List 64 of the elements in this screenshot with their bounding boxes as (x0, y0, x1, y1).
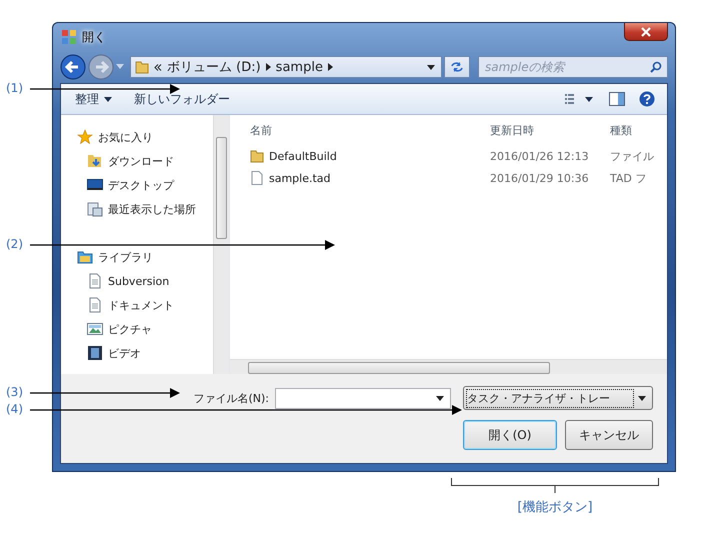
nav-item[interactable]: ビデオ (61, 341, 213, 365)
refresh-icon[interactable] (450, 61, 464, 73)
file-type-dropdown[interactable]: タスク・アナライザ・トレー (463, 386, 653, 410)
folder-icon (135, 60, 149, 74)
search-field[interactable]: sampleの検索 (478, 56, 668, 78)
nav-group[interactable]: お気に入り (61, 125, 213, 149)
vertical-scrollbar[interactable] (213, 115, 229, 374)
nav-item[interactable]: ドキュメント (61, 293, 213, 317)
overflow-chevron-icon[interactable] (154, 64, 162, 70)
nav-item[interactable]: ピクチャ (61, 317, 213, 341)
nav-item[interactable]: 最近表示した場所 (61, 197, 213, 221)
star-icon (77, 129, 93, 145)
file-row[interactable]: sample.tad 2016/01/29 10:36 TAD フ (230, 167, 667, 189)
file-icon (250, 171, 264, 185)
column-header[interactable]: 種類 (610, 122, 667, 138)
filename-label: ファイル名(N): (193, 390, 269, 406)
breadcrumb[interactable]: ボリューム (D:) (167, 58, 261, 76)
breadcrumb[interactable]: sample (276, 60, 323, 74)
desktop-icon (87, 177, 103, 193)
download-folder-icon (87, 153, 103, 169)
callout-label: (2) (6, 237, 23, 251)
nav-item[interactable]: Subversion (61, 269, 213, 293)
close-icon[interactable] (641, 26, 651, 36)
back-button[interactable] (60, 54, 86, 80)
library-folder-icon (77, 249, 93, 265)
app-icon (62, 30, 76, 44)
view-options-icon[interactable] (565, 94, 595, 104)
dropdown-caret-icon[interactable] (638, 396, 646, 400)
column-header[interactable]: 更新日時 (490, 122, 610, 138)
window-title: 開く (82, 28, 106, 46)
preview-pane-icon[interactable] (609, 92, 625, 106)
caret-icon[interactable] (104, 96, 112, 102)
history-caret-icon[interactable] (116, 64, 124, 70)
close-button[interactable] (624, 23, 668, 41)
film-icon (87, 345, 103, 361)
nav-item[interactable]: ダウンロード (61, 149, 213, 173)
column-header[interactable]: 名前 (230, 122, 490, 138)
document-icon (87, 297, 103, 313)
breadcrumb-arrow-icon[interactable] (328, 63, 333, 71)
callout-label: (4) (6, 402, 23, 416)
address-bar[interactable]: ボリューム (D:) sample (130, 56, 442, 78)
toolbar-button[interactable]: 新しいフォルダー (130, 88, 234, 110)
picture-icon (87, 321, 103, 337)
forward-button[interactable] (88, 54, 114, 80)
recent-places-icon (87, 201, 103, 217)
document-icon (87, 273, 103, 289)
file-row[interactable]: DefaultBuild 2016/01/26 12:13 ファイル (230, 145, 667, 167)
horizontal-scrollbar[interactable] (230, 359, 667, 374)
annotation-label: [機能ボタン] (517, 499, 593, 516)
search-icon[interactable] (650, 61, 662, 73)
help-icon[interactable] (639, 91, 655, 107)
nav-group[interactable]: ライブラリ (61, 245, 213, 269)
dialog-button[interactable]: 開く(O) (463, 420, 557, 450)
nav-item[interactable]: デスクトップ (61, 173, 213, 197)
breadcrumb-arrow-icon[interactable] (266, 63, 271, 71)
refresh-button[interactable] (444, 56, 470, 78)
dropdown-caret-icon[interactable] (436, 396, 444, 400)
filename-field[interactable] (275, 388, 451, 408)
folder-icon (250, 149, 264, 163)
callout-label: (3) (6, 385, 23, 399)
callout-label: (1) (6, 81, 23, 95)
toolbar-button[interactable]: 整理 (71, 88, 116, 110)
dialog-button[interactable]: キャンセル (565, 420, 653, 450)
dropdown-caret-icon[interactable] (427, 64, 435, 70)
